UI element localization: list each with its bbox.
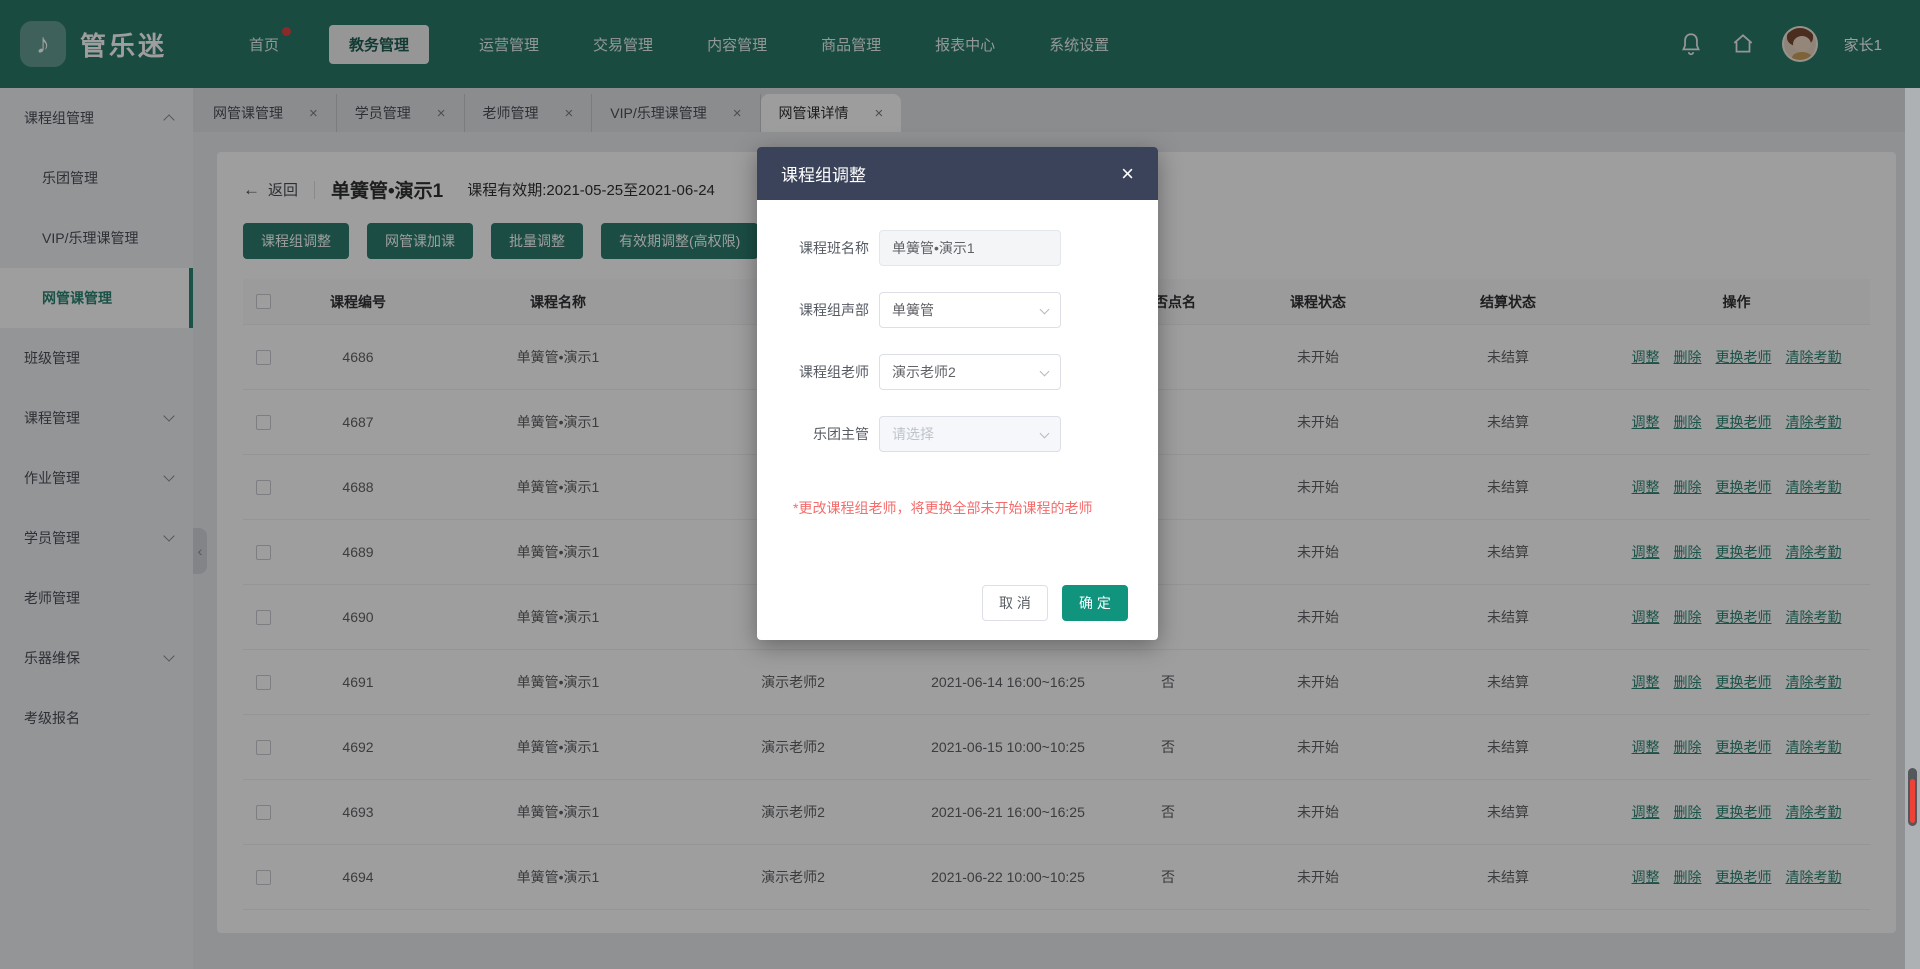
section-select[interactable]: 单簧管 [879, 292, 1061, 328]
section-label: 课程组声部 [757, 300, 869, 320]
teacher-value: 演示老师2 [892, 362, 956, 382]
dialog-body: 课程班名称 单簧管•演示1 课程组声部 单簧管 课程组老师 演示老师2 乐团主管… [757, 200, 1158, 640]
scrollbar-thumb-red[interactable] [1910, 779, 1915, 823]
course-group-adjust-dialog: 课程组调整 × 课程班名称 单簧管•演示1 课程组声部 单簧管 课程组老师 演示… [757, 147, 1158, 640]
chevron-down-icon [1040, 305, 1050, 315]
dialog-header: 课程组调整 × [757, 147, 1158, 200]
dialog-title: 课程组调整 [781, 161, 866, 186]
chevron-down-icon [1040, 429, 1050, 439]
teacher-label: 课程组老师 [757, 362, 869, 382]
dialog-footer: 取 消 确 定 [982, 585, 1128, 621]
cancel-button[interactable]: 取 消 [982, 585, 1048, 621]
director-select[interactable]: 请选择 [879, 416, 1061, 452]
form-row-class-name: 课程班名称 单簧管•演示1 [757, 230, 1158, 266]
teacher-select[interactable]: 演示老师2 [879, 354, 1061, 390]
director-label: 乐团主管 [757, 424, 869, 444]
close-icon[interactable]: × [1121, 163, 1134, 185]
class-name-value: 单簧管•演示1 [892, 238, 975, 258]
form-row-section: 课程组声部 单簧管 [757, 292, 1158, 328]
confirm-button[interactable]: 确 定 [1062, 585, 1128, 621]
form-row-teacher: 课程组老师 演示老师2 [757, 354, 1158, 390]
section-value: 单簧管 [892, 300, 934, 320]
chevron-down-icon [1040, 367, 1050, 377]
scrollbar-track[interactable] [1905, 88, 1920, 969]
scrollbar-thumb[interactable] [1908, 768, 1917, 826]
director-placeholder: 请选择 [892, 424, 934, 444]
form-row-director: 乐团主管 请选择 [757, 416, 1158, 452]
class-name-label: 课程班名称 [757, 238, 869, 258]
warning-text: *更改课程组老师，将更换全部未开始课程的老师 [793, 498, 1158, 518]
class-name-input[interactable]: 单簧管•演示1 [879, 230, 1061, 266]
